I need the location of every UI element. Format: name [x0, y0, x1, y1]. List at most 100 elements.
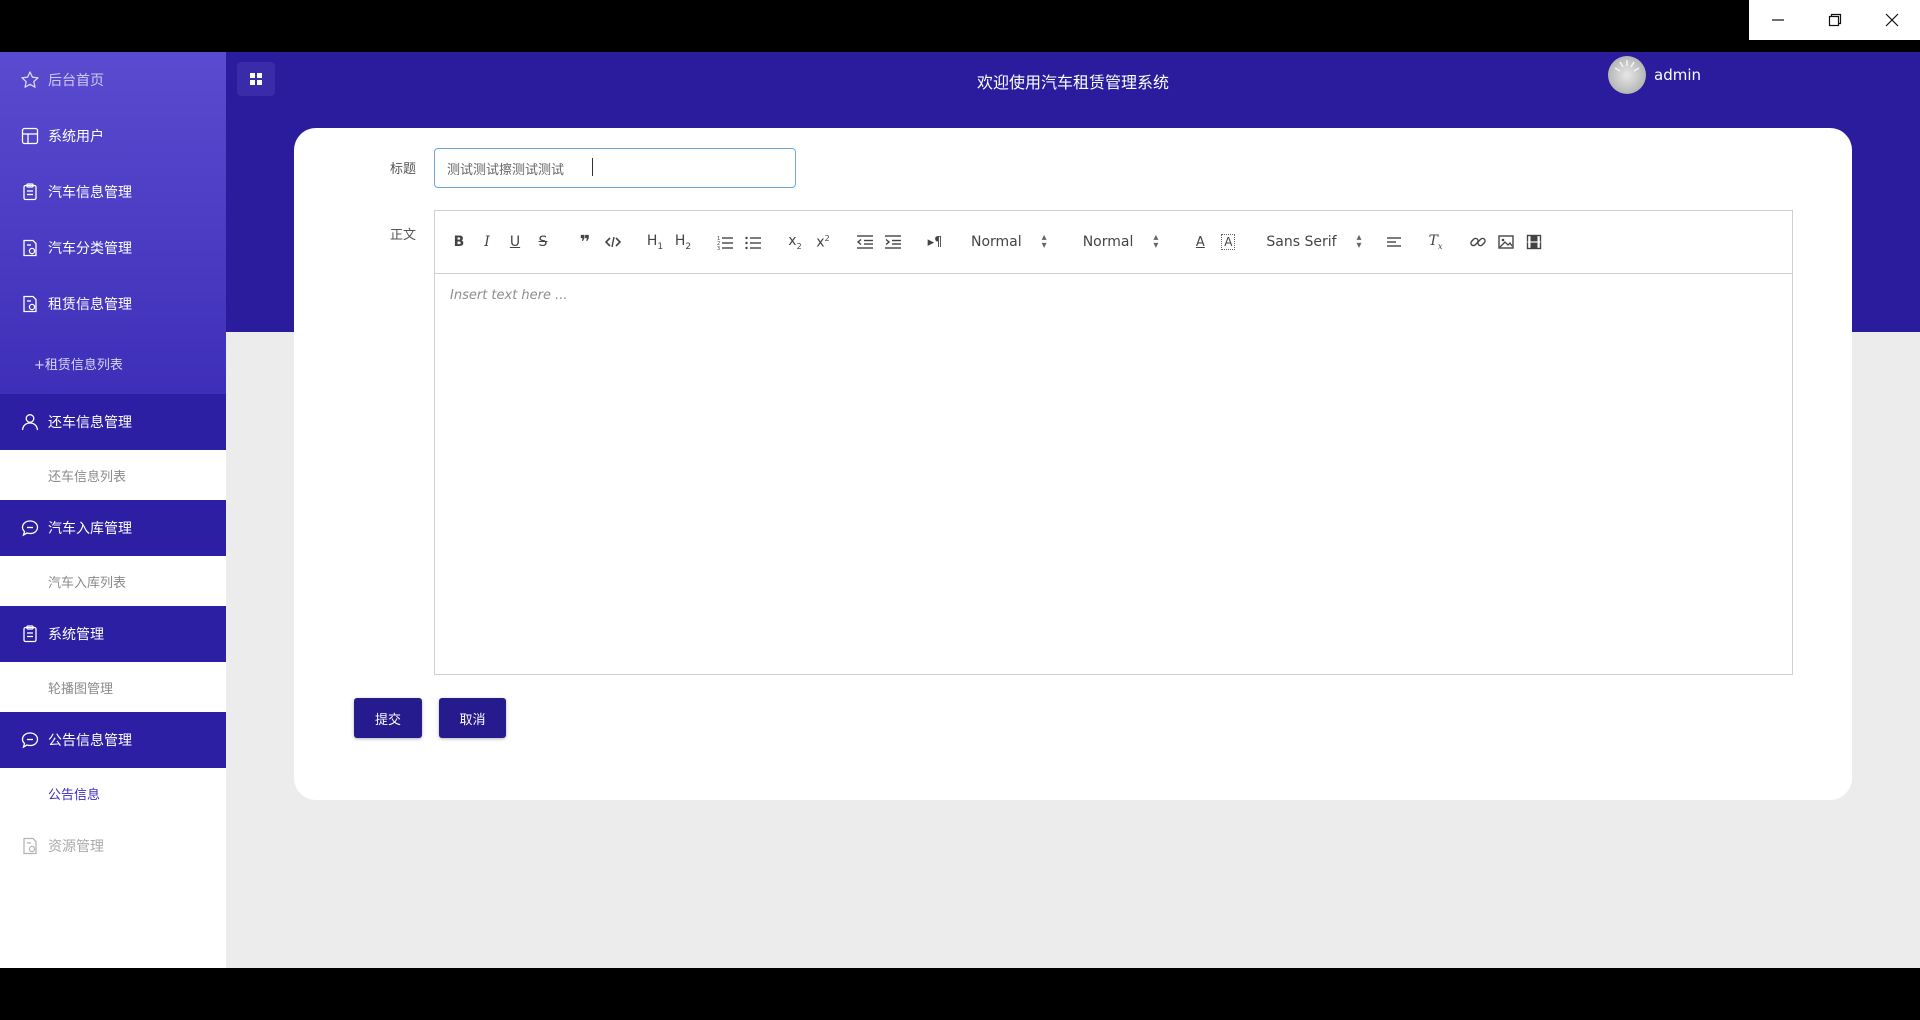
select-arrows-icon: ▴ ▾ — [1356, 232, 1362, 251]
sidebar-item-car-info[interactable]: 汽车信息管理 — [0, 164, 226, 220]
outdent-button[interactable] — [853, 230, 877, 254]
sidebar-subitem-carousel[interactable]: 轮播图管理 — [0, 662, 226, 712]
quote-icon: ❞ — [579, 231, 591, 253]
text-cursor — [592, 158, 593, 176]
underline-button[interactable]: U — [503, 230, 527, 254]
cancel-button[interactable]: 取消 — [439, 698, 506, 738]
sidebar-subitem-storage-list[interactable]: 汽车入库列表 — [0, 556, 226, 606]
link-icon — [1469, 237, 1486, 247]
clear-format-button[interactable]: Tx — [1424, 230, 1448, 254]
h1-button[interactable]: H1 — [643, 230, 667, 254]
align-left-icon — [1386, 237, 1401, 247]
minimize-button[interactable] — [1749, 0, 1806, 40]
header-select-value: Normal — [971, 234, 1022, 250]
subscript-icon: x2 — [788, 233, 802, 251]
code-block-button[interactable] — [601, 230, 625, 254]
font-color-icon: A — [1195, 234, 1205, 250]
clipboard-icon — [20, 182, 40, 202]
doc-gear-icon — [20, 294, 40, 314]
restore-button[interactable] — [1806, 0, 1863, 40]
superscript-button[interactable]: x2 — [811, 230, 835, 254]
video-icon — [1526, 234, 1541, 250]
bold-button[interactable]: B — [447, 230, 471, 254]
size-select[interactable]: Normal ▴ ▾ — [1082, 232, 1159, 251]
app-root: 后台首页 系统用户 汽车信息管理 汽车分类管理 租赁信息管理 +租赁信息列表 还… — [0, 0, 1920, 1020]
sidebar-subitem-return-list[interactable]: 还车信息列表 — [0, 450, 226, 500]
h1-icon: H1 — [646, 232, 664, 252]
strike-button[interactable]: S — [531, 230, 555, 254]
header-select[interactable]: Normal ▴ ▾ — [971, 232, 1047, 251]
subscript-button[interactable]: x2 — [783, 230, 807, 254]
sidebar-item-system-users[interactable]: 系统用户 — [0, 108, 226, 164]
image-button[interactable] — [1494, 230, 1518, 254]
h2-icon: H2 — [674, 232, 692, 252]
font-select[interactable]: Sans Serif ▴ ▾ — [1266, 232, 1362, 251]
username: admin — [1654, 66, 1701, 84]
superscript-icon: x2 — [816, 233, 830, 251]
bold-icon: B — [453, 234, 465, 250]
sidebar-item-home[interactable]: 后台首页 — [0, 52, 226, 108]
star-icon — [20, 70, 40, 90]
bullet-list-button[interactable] — [741, 230, 765, 254]
italic-icon: I — [484, 234, 490, 250]
sidebar-item-label: 汽车分类管理 — [48, 241, 132, 257]
sidebar-item-label: 租赁信息管理 — [48, 297, 132, 313]
sidebar-item-label: 系统管理 — [48, 627, 104, 643]
grid-icon — [20, 126, 40, 146]
indent-button[interactable] — [881, 230, 905, 254]
minimize-icon — [1771, 19, 1784, 21]
link-button[interactable] — [1466, 230, 1490, 254]
close-button[interactable] — [1863, 0, 1920, 40]
image-icon — [1497, 235, 1514, 249]
h2-button[interactable]: H2 — [671, 230, 695, 254]
top-header: 欢迎使用汽车租赁管理系统 admin — [226, 52, 1920, 104]
blockquote-button[interactable]: ❞ — [573, 230, 597, 254]
code-icon — [604, 236, 622, 248]
sidebar-item-car-storage[interactable]: 汽车入库管理 — [0, 500, 226, 556]
sidebar-gradient-section: 后台首页 系统用户 汽车信息管理 汽车分类管理 租赁信息管理 +租赁信息列表 — [0, 52, 226, 394]
sidebar-item-rental-info[interactable]: 租赁信息管理 — [0, 276, 226, 332]
sidebar-item-label: 公告信息管理 — [48, 733, 132, 749]
title-input[interactable] — [434, 148, 796, 188]
sidebar: 后台首页 系统用户 汽车信息管理 汽车分类管理 租赁信息管理 +租赁信息列表 还… — [0, 52, 226, 968]
user-menu[interactable]: admin — [1608, 56, 1701, 94]
strike-icon: S — [538, 234, 548, 250]
window-controls — [1749, 0, 1920, 40]
sidebar-item-resources[interactable]: 资源管理 — [0, 818, 226, 874]
sidebar-item-return-info[interactable]: 还车信息管理 — [0, 394, 226, 450]
editor-content[interactable]: Insert text here ... — [435, 274, 1792, 317]
notice-edit-card: 标题 正文 B I U S ❞ H1 H2 123 — [294, 128, 1852, 800]
sidebar-item-car-category[interactable]: 汽车分类管理 — [0, 220, 226, 276]
rich-text-editor: B I U S ❞ H1 H2 123 x2 x2 ▸¶ Normal ▴ ▾ … — [434, 210, 1793, 675]
text-direction-button[interactable]: ▸¶ — [923, 230, 947, 254]
restore-icon — [1828, 13, 1841, 27]
ordered-list-button[interactable]: 123 — [713, 230, 737, 254]
select-arrows-icon: ▴ ▾ — [1041, 232, 1047, 251]
sidebar-subitem-notice-info[interactable]: 公告信息 — [0, 768, 226, 818]
bullet-list-icon — [745, 236, 761, 250]
outdent-icon — [856, 235, 873, 249]
sidebar-subitem-rental-list[interactable]: +租赁信息列表 — [0, 332, 226, 394]
font-color-button[interactable]: A — [1188, 230, 1212, 254]
sidebar-item-label: 后台首页 — [48, 73, 104, 89]
background-color-button[interactable]: A — [1216, 230, 1240, 254]
body-label: 正文 — [389, 228, 416, 243]
chat-icon — [20, 730, 40, 750]
sidebar-item-system-management[interactable]: 系统管理 — [0, 606, 226, 662]
sidebar-item-label: 还车信息管理 — [48, 415, 132, 431]
video-button[interactable] — [1522, 230, 1546, 254]
italic-button[interactable]: I — [475, 230, 499, 254]
rtl-icon: ▸¶ — [927, 234, 943, 250]
align-button[interactable] — [1382, 230, 1406, 254]
select-arrows-icon: ▴ ▾ — [1153, 232, 1159, 251]
ordered-list-icon: 123 — [717, 236, 733, 251]
sidebar-item-label: 汽车信息管理 — [48, 185, 132, 201]
size-select-value: Normal — [1082, 234, 1134, 250]
background-color-icon: A — [1221, 234, 1236, 250]
sidebar-item-notice-management[interactable]: 公告信息管理 — [0, 712, 226, 768]
close-icon — [1885, 13, 1898, 27]
sidebar-item-label: 汽车入库管理 — [48, 521, 132, 537]
avatar — [1608, 56, 1646, 94]
app-viewport: 后台首页 系统用户 汽车信息管理 汽车分类管理 租赁信息管理 +租赁信息列表 还… — [0, 52, 1920, 968]
submit-button[interactable]: 提交 — [354, 698, 422, 738]
